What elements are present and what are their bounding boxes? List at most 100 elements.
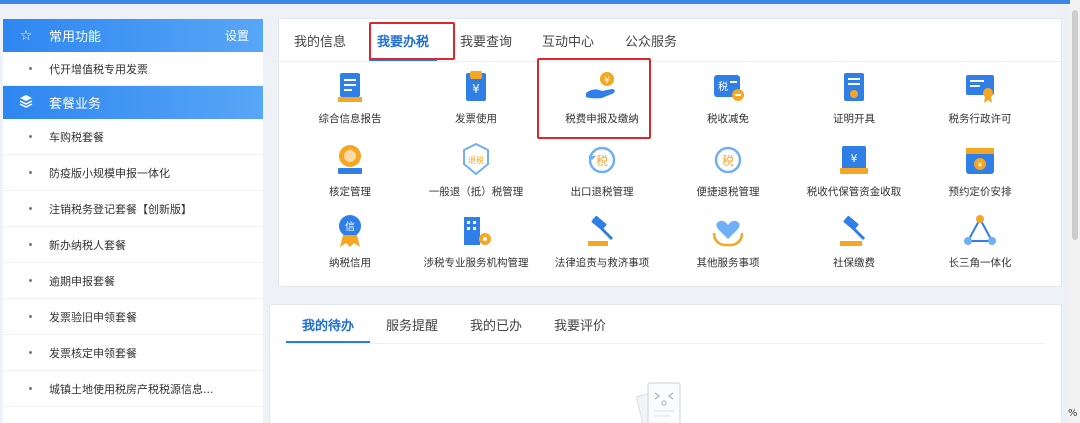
bottom-tab-bar: 我的待办 服务提醒 我的已办 我要评价 <box>286 305 622 343</box>
service-item-label: 其他服务事项 <box>696 257 760 269</box>
service-item[interactable]: 信纳税信用 <box>287 205 413 275</box>
service-item[interactable]: 社保缴费 <box>791 205 917 275</box>
sidebar-item[interactable]: 代开增值税专用发票 <box>3 52 263 86</box>
svg-text:¥: ¥ <box>851 152 858 165</box>
certificate-icon <box>834 67 874 107</box>
bullet-icon <box>29 387 32 390</box>
bullet-icon <box>29 171 32 174</box>
sidebar-item[interactable]: 城镇土地使用税房产税税源信息... <box>3 371 263 407</box>
service-item-label: 法律追责与救济事项 <box>554 257 650 269</box>
sidebar-section-title: 常用功能 <box>49 30 102 45</box>
service-item[interactable]: 退税一般退（抵）税管理 <box>413 134 539 204</box>
custody-fund-icon: ¥ <box>834 140 874 180</box>
credit-medal-icon: 信 <box>330 211 370 251</box>
svg-text:¥: ¥ <box>472 82 480 96</box>
sidebar-item[interactable]: 发票验旧申领套餐 <box>3 299 263 335</box>
svg-text:退税: 退税 <box>468 155 484 165</box>
sidebar-section-package[interactable]: 套餐业务 <box>3 86 263 119</box>
sidebar-item-label: 发票验旧申领套餐 <box>49 310 137 324</box>
bottom-tab-0[interactable]: 我的待办 <box>286 305 370 343</box>
settings-link[interactable]: 设置 <box>225 27 249 44</box>
heart-hands-icon <box>708 211 748 251</box>
service-item[interactable]: 税税收减免 <box>665 61 791 131</box>
sidebar: ☆ 常用功能 设置 代开增值税专用发票 套餐业务 车购税套餐防疫版小规模申报一体… <box>3 19 263 423</box>
sidebar-item-label: 逾期申报套餐 <box>49 274 115 288</box>
highlight-tab-box <box>369 22 455 60</box>
svg-text:¥: ¥ <box>978 161 983 169</box>
bullet-icon <box>29 351 32 354</box>
service-item-label: 社保缴费 <box>833 257 875 269</box>
gavel-icon <box>582 211 622 251</box>
quick-refund-icon: 税 <box>708 140 748 180</box>
report-doc-icon <box>330 67 370 107</box>
sidebar-item-label: 新办纳税人套餐 <box>49 238 126 252</box>
service-item[interactable]: 税出口退税管理 <box>539 134 665 204</box>
service-item[interactable]: 涉税专业服务机构管理 <box>413 205 539 275</box>
sidebar-item-label: 车购税套餐 <box>49 130 104 144</box>
bullet-icon <box>29 315 32 318</box>
refund-badge-icon: 退税 <box>456 140 496 180</box>
tab-2[interactable]: 我要查询 <box>445 19 527 61</box>
tax-reduction-icon: 税 <box>708 67 748 107</box>
service-item-label: 涉税专业服务机构管理 <box>423 257 529 269</box>
sidebar-item[interactable]: 防疫版小规模申报一体化 <box>3 155 263 191</box>
export-refund-icon: 税 <box>582 140 622 180</box>
sidebar-item-label: 注销税务登记套餐【创新版】 <box>49 202 192 216</box>
service-item[interactable]: 长三角一体化 <box>917 205 1043 275</box>
service-item[interactable]: 综合信息报告 <box>287 61 413 131</box>
bottom-tab-3[interactable]: 我要评价 <box>538 305 622 343</box>
sidebar-section-title: 套餐业务 <box>49 97 102 112</box>
bullet-icon <box>29 243 32 246</box>
service-item[interactable]: 证明开具 <box>791 61 917 131</box>
tab-4[interactable]: 公众服务 <box>609 19 693 61</box>
bottom-tab-1[interactable]: 服务提醒 <box>370 305 454 343</box>
star-icon: ☆ <box>19 27 33 44</box>
tab-3[interactable]: 互动中心 <box>527 19 609 61</box>
service-item[interactable]: ¥ 预约定价安排 <box>917 134 1043 204</box>
sidebar-item[interactable]: 发票核定申领套餐 <box>3 335 263 371</box>
service-item-label: 发票使用 <box>455 113 497 125</box>
sidebar-item-label: 城镇土地使用税房产税税源信息... <box>49 382 214 396</box>
building-gear-icon <box>456 211 496 251</box>
service-item-label: 长三角一体化 <box>948 257 1012 269</box>
sidebar-item[interactable]: 车购税套餐 <box>3 119 263 155</box>
service-item[interactable]: ¥ 税收代保管资金收取 <box>791 134 917 204</box>
layers-icon <box>17 94 35 112</box>
invoice-yen-icon: ¥ <box>456 67 496 107</box>
service-item-label: 核定管理 <box>329 186 371 198</box>
service-item[interactable]: 核定管理 <box>287 134 413 204</box>
service-item-label: 税收代保管资金收取 <box>806 186 902 198</box>
bottom-tab-2[interactable]: 我的已办 <box>454 305 538 343</box>
sidebar-item[interactable]: 逾期申报套餐 <box>3 263 263 299</box>
svg-text:税: 税 <box>722 154 734 168</box>
top-tab-bar: 我的信息 我要办税 我要查询 互动中心 公众服务 <box>279 19 693 61</box>
triangle-network-icon <box>960 211 1000 251</box>
bullet-icon <box>29 279 32 282</box>
todo-panel: 我的待办 服务提醒 我的已办 我要评价 <box>269 304 1062 423</box>
svg-text:税: 税 <box>718 80 728 93</box>
scrollbar-thumb[interactable] <box>1072 10 1078 240</box>
highlight-service-box <box>537 58 651 139</box>
svg-text:税: 税 <box>596 154 608 168</box>
service-item[interactable]: ¥ 发票使用 <box>413 61 539 131</box>
tab-0[interactable]: 我的信息 <box>279 19 361 61</box>
top-accent-bar <box>0 0 1080 4</box>
service-item-label: 出口退税管理 <box>570 186 634 198</box>
sidebar-item-label: 防疫版小规模申报一体化 <box>49 166 170 180</box>
sidebar-item-label: 代开增值税专用发票 <box>49 62 148 76</box>
corner-text: % <box>1068 408 1078 419</box>
sidebar-section-common[interactable]: ☆ 常用功能 设置 <box>3 19 263 52</box>
sidebar-item[interactable]: 注销税务登记套餐【创新版】 <box>3 191 263 227</box>
service-item[interactable]: 法律追责与救济事项 <box>539 205 665 275</box>
service-item-label: 综合信息报告 <box>318 113 382 125</box>
bullet-icon <box>29 135 32 138</box>
calendar-yen-icon: ¥ <box>960 140 1000 180</box>
service-item[interactable]: 税便捷退税管理 <box>665 134 791 204</box>
empty-document-icon <box>628 377 688 423</box>
service-item-label: 一般退（抵）税管理 <box>428 186 524 198</box>
bullet-icon <box>29 67 32 70</box>
sidebar-item[interactable]: 新办纳税人套餐 <box>3 227 263 263</box>
service-item[interactable]: 税务行政许可 <box>917 61 1043 131</box>
service-item[interactable]: 其他服务事项 <box>665 205 791 275</box>
service-item-label: 税务行政许可 <box>948 113 1012 125</box>
